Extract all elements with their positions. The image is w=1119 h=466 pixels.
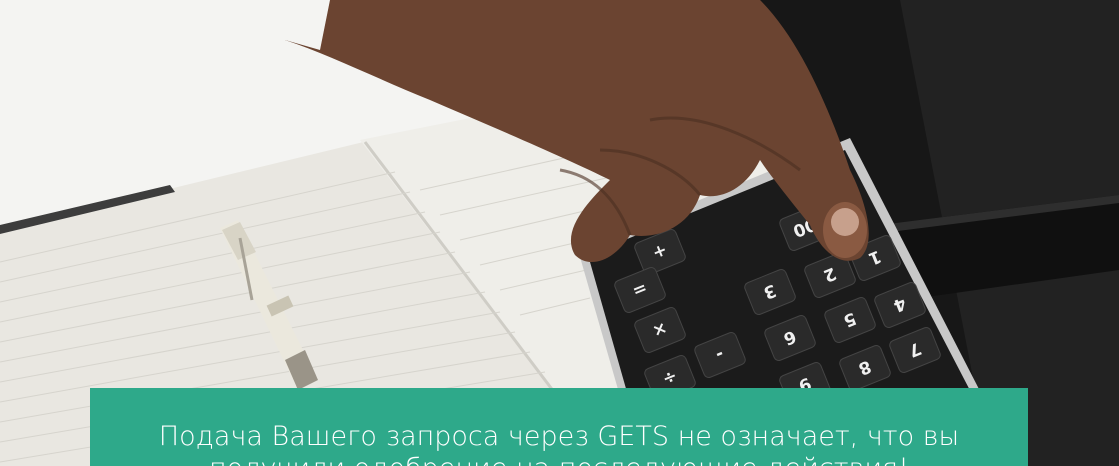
notice-text-line-1: Подача Вашего запроса через GETS не озна… xyxy=(158,421,960,452)
hero-photo: + -00 = 3 2 1 × 6 5 4 ÷ 9 8 7 Подача Вашего запроса ч… xyxy=(0,0,1119,466)
notice-text-line-2: получили одобрение на последующие действ… xyxy=(90,453,1028,466)
notice-banner: Подача Вашего запроса через GETS не озна… xyxy=(90,388,1028,466)
